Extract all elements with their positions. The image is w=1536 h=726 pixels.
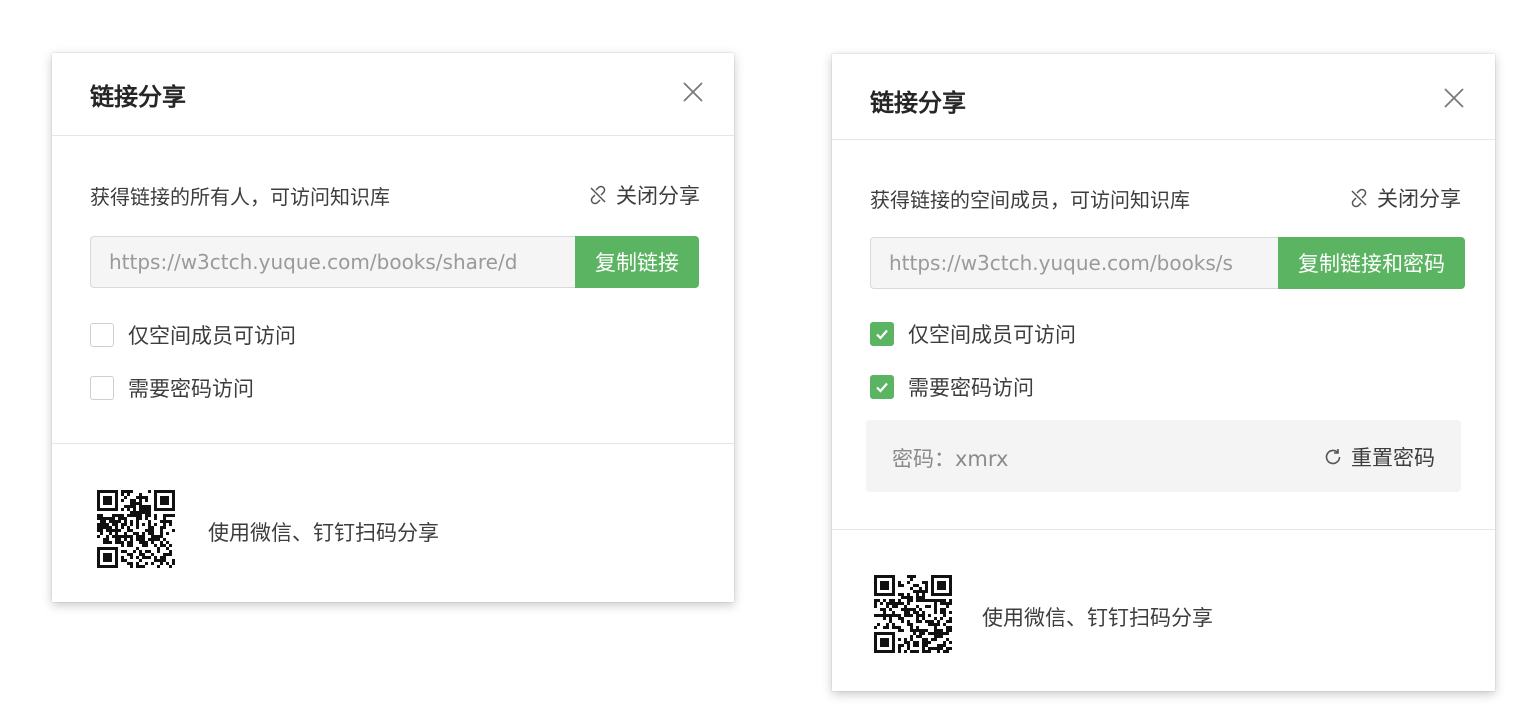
qr-share-text: 使用微信、钉钉扫码分享 (982, 606, 1213, 630)
password-checkbox[interactable] (870, 375, 894, 399)
share-link-row: 复制链接和密码 (870, 237, 1465, 289)
refresh-icon (1325, 449, 1341, 465)
close-icon[interactable] (682, 81, 704, 103)
password-option-label: 需要密码访问 (128, 377, 254, 401)
qr-code-icon (874, 575, 952, 653)
qr-share-text: 使用微信、钉钉扫码分享 (208, 521, 439, 545)
members-only-option[interactable]: 仅空间成员可访问 (90, 320, 296, 350)
check-icon (876, 382, 888, 393)
reset-password-label: 重置密码 (1351, 446, 1435, 470)
members-only-label: 仅空间成员可访问 (908, 323, 1076, 347)
dialog-title: 链接分享 (870, 89, 966, 117)
link-broken-icon (1351, 188, 1367, 208)
share-link-input[interactable] (870, 237, 1278, 289)
password-option[interactable]: 需要密码访问 (870, 372, 1034, 402)
members-only-label: 仅空间成员可访问 (128, 324, 296, 348)
password-text: 密码：xmrx (892, 447, 1009, 471)
password-option[interactable]: 需要密码访问 (90, 373, 254, 403)
divider (52, 443, 734, 444)
password-checkbox[interactable] (90, 376, 114, 400)
share-link-input[interactable] (90, 236, 575, 288)
stop-share-button[interactable]: 关闭分享 (588, 180, 700, 210)
share-description: 获得链接的空间成员，可访问知识库 (870, 188, 1190, 212)
copy-link-password-button[interactable]: 复制链接和密码 (1278, 237, 1465, 289)
members-only-checkbox[interactable] (870, 322, 894, 346)
reset-password-button[interactable]: 重置密码 (1323, 442, 1435, 472)
dialog-title: 链接分享 (90, 83, 186, 111)
qr-code-icon (97, 490, 175, 568)
stop-share-label: 关闭分享 (616, 184, 700, 208)
dialog-header: 链接分享 (52, 53, 734, 136)
check-icon (876, 329, 888, 340)
close-icon[interactable] (1443, 87, 1465, 109)
dialog-header: 链接分享 (832, 54, 1495, 140)
link-broken-icon (590, 185, 606, 205)
password-box: 密码：xmrx 重置密码 (866, 420, 1461, 492)
copy-link-button[interactable]: 复制链接 (575, 236, 699, 288)
share-dialog-public: 链接分享 获得链接的所有人，可访问知识库 关闭分享 复制链接 仅空间成员可访问 … (52, 53, 734, 602)
members-only-option[interactable]: 仅空间成员可访问 (870, 319, 1076, 349)
divider (832, 529, 1495, 530)
stop-share-button[interactable]: 关闭分享 (1349, 183, 1461, 213)
share-description: 获得链接的所有人，可访问知识库 (90, 185, 390, 209)
members-only-checkbox[interactable] (90, 323, 114, 347)
share-link-row: 复制链接 (90, 236, 699, 288)
stop-share-label: 关闭分享 (1377, 187, 1461, 211)
password-option-label: 需要密码访问 (908, 376, 1034, 400)
share-dialog-members: 链接分享 获得链接的空间成员，可访问知识库 关闭分享 复制链接和密码 仅空间成员… (832, 54, 1495, 691)
